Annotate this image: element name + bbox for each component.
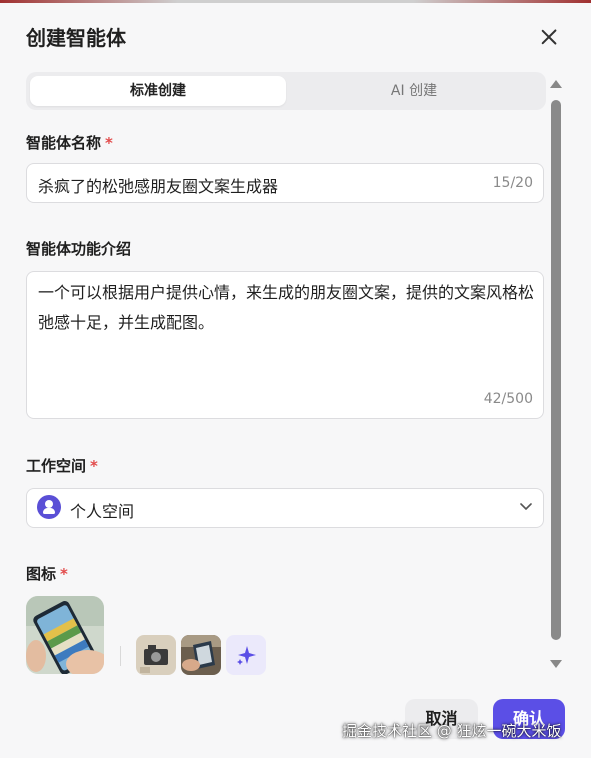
scrollbar[interactable]: [550, 78, 562, 674]
selected-agent-icon[interactable]: [26, 596, 104, 674]
scrollbar-thumb[interactable]: [551, 100, 561, 640]
generate-icon-button[interactable]: [226, 635, 266, 675]
create-mode-tabs: 标准创建 AI 创建: [26, 72, 546, 110]
camera-thumbnail-image: [136, 635, 176, 675]
tab-ai-create[interactable]: AI 创建: [286, 76, 542, 106]
agent-description-textarea[interactable]: 一个可以根据用户提供心情，来生成的朋友圈文案，提供的文案风格松弛感十足，并生成配…: [26, 271, 544, 419]
agent-name-counter: 15/20: [492, 175, 533, 191]
icon-divider: [120, 646, 121, 666]
workspace-select[interactable]: 个人空间: [26, 488, 544, 528]
workspace-selected-value: 个人空间: [70, 502, 135, 521]
agent-name-input[interactable]: 杀疯了的松弛感朋友圈文案生成器 15/20: [26, 163, 544, 203]
agent-description-label: 智能体功能介绍: [26, 240, 132, 258]
required-mark: *: [60, 565, 68, 583]
person-icon: [37, 495, 61, 519]
agent-description-value: 一个可以根据用户提供心情，来生成的朋友圈文案，提供的文案风格松弛感十足，并生成配…: [38, 283, 535, 332]
icon-label: 图标 *: [26, 563, 68, 584]
agent-description-counter: 42/500: [483, 391, 533, 407]
hand-thumbnail-image: [181, 635, 221, 675]
sparkle-icon: [237, 646, 256, 665]
tab-standard-create[interactable]: 标准创建: [30, 76, 286, 106]
form-content: 标准创建 AI 创建 智能体名称 * 杀疯了的松弛感朋友圈文案生成器 15/20 …: [0, 70, 548, 680]
agent-name-label-text: 智能体名称: [26, 134, 102, 152]
top-edge: [0, 0, 591, 3]
chevron-down-icon: [520, 503, 532, 510]
scroll-up-arrow-icon[interactable]: [550, 80, 562, 88]
required-mark: *: [90, 457, 98, 475]
icon-option-1[interactable]: [136, 635, 176, 675]
scroll-down-arrow-icon[interactable]: [550, 660, 562, 668]
icon-label-text: 图标: [26, 565, 57, 583]
icon-option-2[interactable]: [181, 635, 221, 675]
phone-photo-image: [26, 596, 104, 674]
agent-name-label: 智能体名称 *: [26, 132, 113, 153]
workspace-label-text: 工作空间: [26, 457, 87, 475]
required-mark: *: [105, 134, 113, 152]
dialog-title: 创建智能体: [26, 26, 126, 50]
watermark: 掘金技术社区 @ 狂炫一碗大米饭: [342, 722, 562, 740]
agent-name-value: 杀疯了的松弛感朋友圈文案生成器: [38, 177, 279, 196]
workspace-label: 工作空间 *: [26, 455, 98, 476]
close-icon[interactable]: [536, 24, 562, 50]
create-agent-dialog: 创建智能体 标准创建 AI 创建 智能体名称 * 杀疯了的松弛感朋友圈文案生成器 …: [0, 0, 591, 758]
